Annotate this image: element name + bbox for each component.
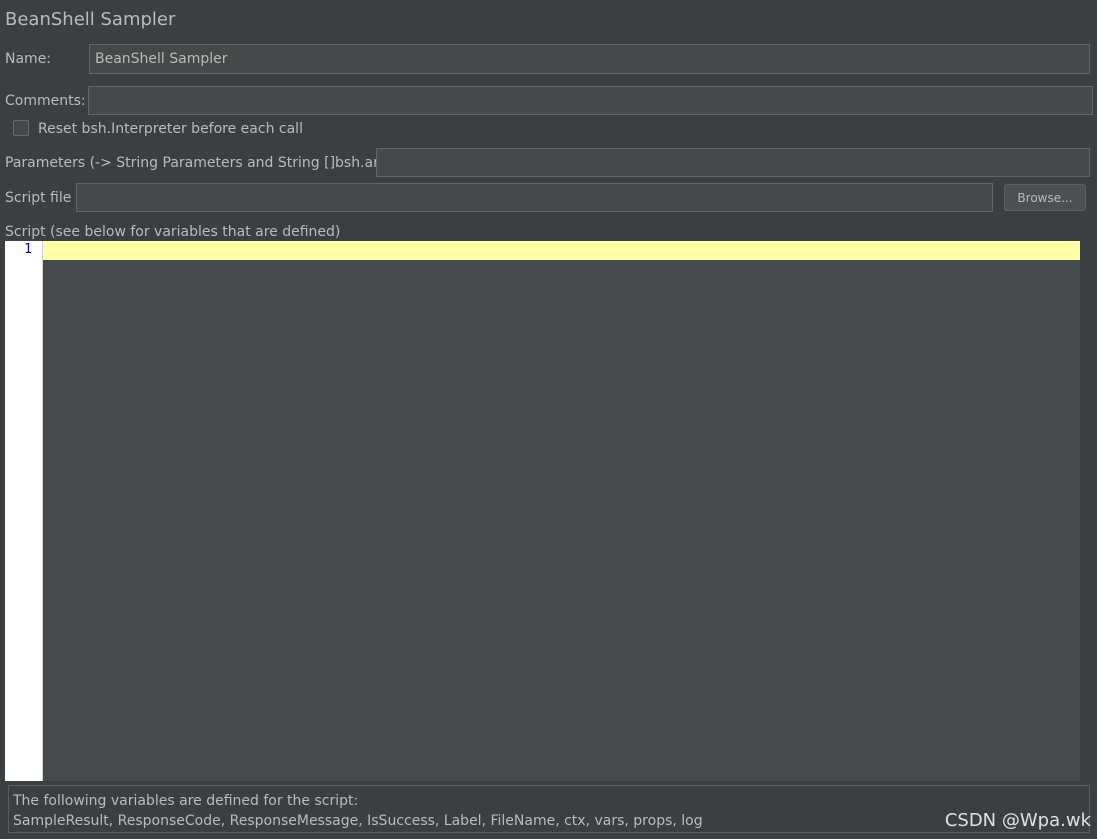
editor-scrollbar[interactable] xyxy=(1080,241,1093,781)
reset-interpreter-checkbox[interactable] xyxy=(13,120,29,136)
comments-input[interactable] xyxy=(88,86,1093,115)
watermark: CSDN @Wpa.wk xyxy=(944,810,1091,831)
script-file-label: Script file xyxy=(5,190,72,206)
name-label: Name: xyxy=(5,51,52,67)
script-file-input[interactable] xyxy=(76,183,993,212)
variables-info-line2: SampleResult, ResponseCode, ResponseMess… xyxy=(13,813,703,829)
line-number-gutter: 1 xyxy=(5,241,43,781)
line-number: 1 xyxy=(24,242,32,257)
name-input-value: BeanShell Sampler xyxy=(95,51,228,67)
script-editor[interactable]: 1 xyxy=(5,241,1080,781)
script-label: Script (see below for variables that are… xyxy=(5,224,341,240)
panel-title: BeanShell Sampler xyxy=(5,9,176,30)
parameters-input[interactable] xyxy=(376,148,1090,177)
reset-interpreter-label[interactable]: Reset bsh.Interpreter before each call xyxy=(38,121,303,137)
parameters-label: Parameters (-> String Parameters and Str… xyxy=(5,155,401,171)
variables-info-panel: The following variables are defined for … xyxy=(8,785,1090,833)
comments-label: Comments: xyxy=(5,93,86,109)
browse-button[interactable]: Browse... xyxy=(1004,184,1086,211)
variables-info-line1: The following variables are defined for … xyxy=(13,793,359,809)
name-input[interactable]: BeanShell Sampler xyxy=(89,44,1090,74)
current-line-highlight xyxy=(43,241,1080,260)
beanshell-sampler-panel: BeanShell Sampler Name: BeanShell Sample… xyxy=(0,0,1097,839)
